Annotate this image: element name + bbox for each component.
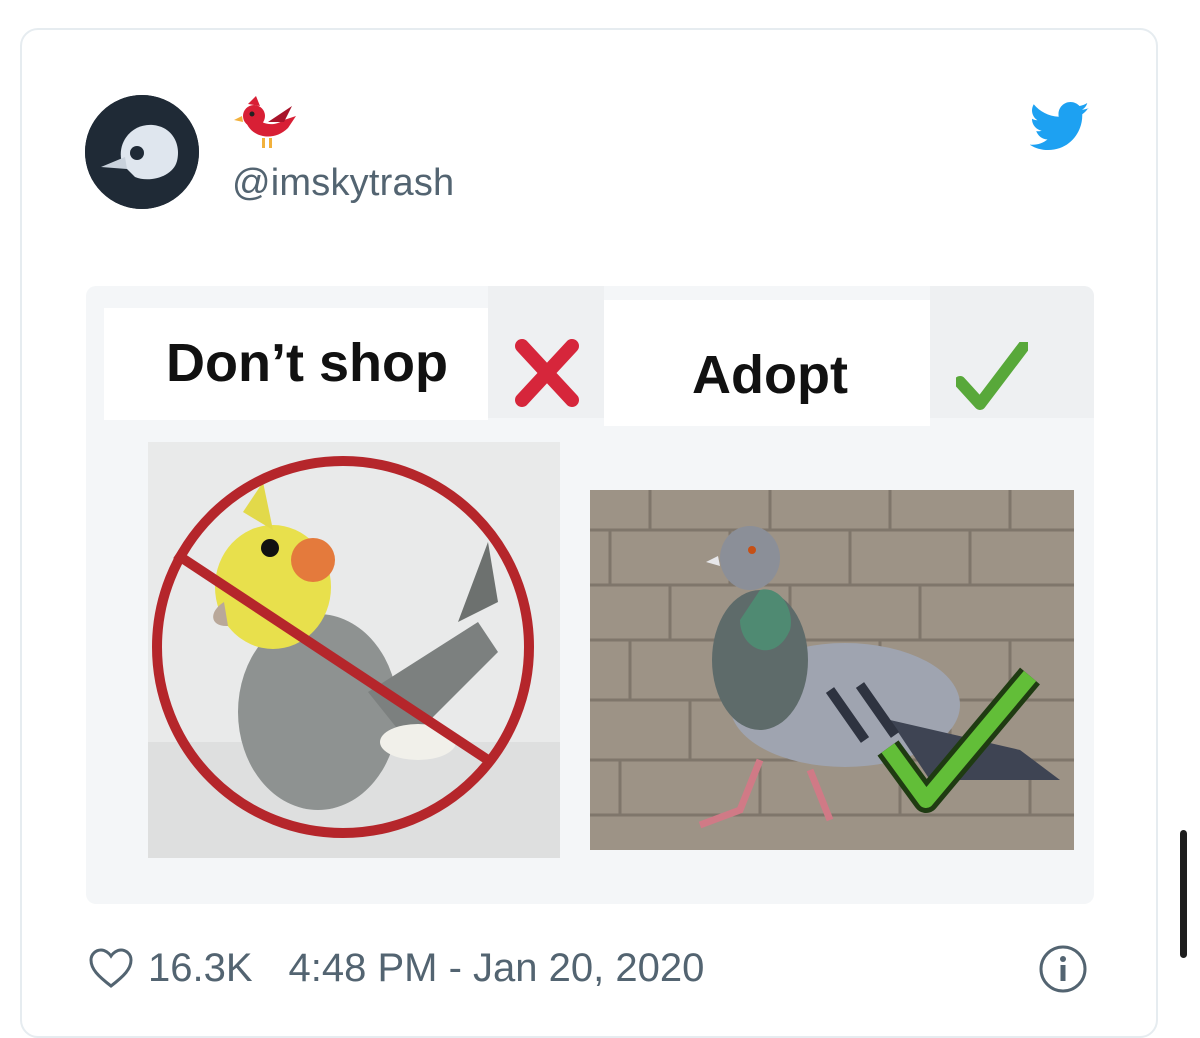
heart-icon[interactable] (88, 947, 134, 989)
bird-head-icon (85, 95, 199, 209)
like-count[interactable]: 16.3K (148, 946, 253, 991)
info-icon[interactable] (1037, 943, 1089, 995)
tweet-footer: 16.3K 4:48 PM - Jan 20, 2020 (88, 938, 704, 998)
tweet-media[interactable]: Don’t shop Adopt (86, 286, 1094, 904)
scrollbar[interactable] (1180, 830, 1187, 958)
avatar[interactable] (85, 95, 199, 209)
pigeon-photo (590, 490, 1074, 850)
check-mark-icon (956, 342, 1028, 410)
tweet-timestamp[interactable]: 4:48 PM - Jan 20, 2020 (289, 946, 705, 991)
cockatiel-photo (148, 442, 560, 858)
twitter-bird-icon[interactable] (1030, 100, 1090, 154)
right-caption: Adopt (692, 345, 848, 405)
left-caption: Don’t shop (166, 333, 448, 393)
cross-mark-icon (515, 339, 579, 407)
red-bird-emoji-icon (234, 96, 296, 148)
user-handle[interactable]: @imskytrash (232, 162, 454, 205)
